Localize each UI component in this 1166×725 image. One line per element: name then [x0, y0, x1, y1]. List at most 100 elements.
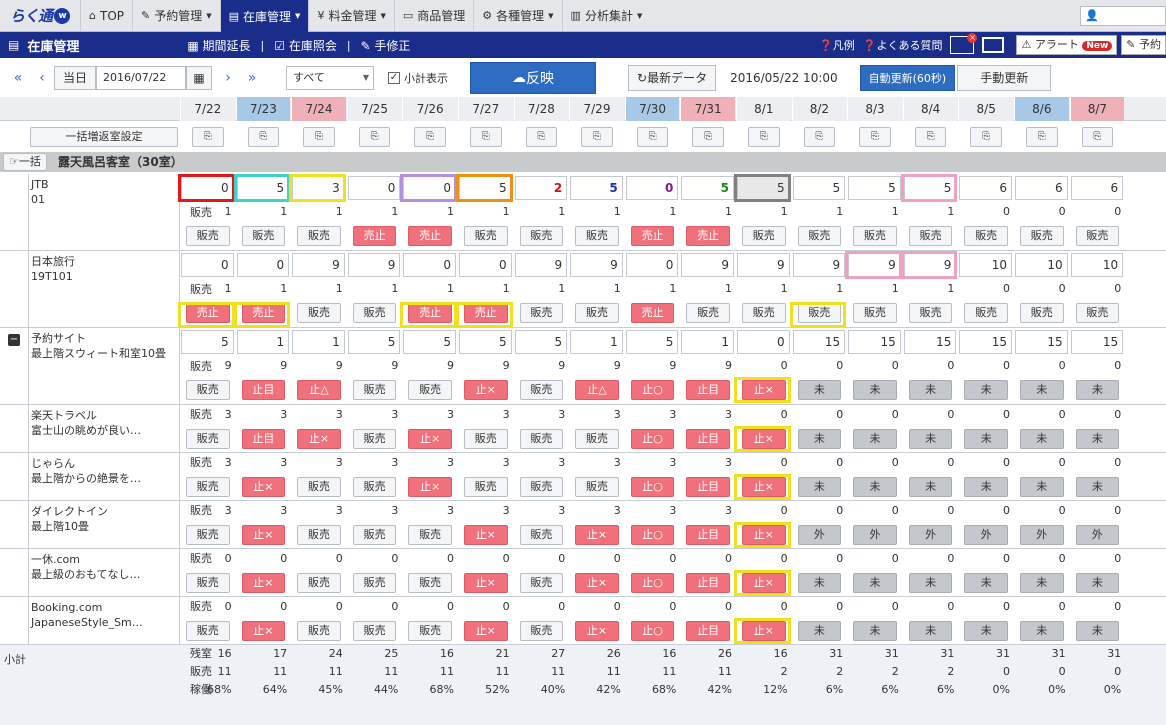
date-input[interactable]: 2016/07/22 [96, 65, 186, 90]
remain-input[interactable]: 5 [570, 176, 623, 200]
status-button[interactable]: 外 [797, 525, 842, 545]
status-button[interactable]: 止目 [686, 380, 730, 400]
status-button[interactable]: 止目 [686, 621, 730, 641]
status-button[interactable]: 止目 [686, 525, 730, 545]
today-button[interactable]: 当日 [54, 65, 96, 90]
status-button[interactable]: 販売 [742, 303, 786, 323]
status-button[interactable]: 販売 [853, 303, 897, 323]
status-button[interactable]: 未 [1075, 621, 1120, 641]
calendar-button[interactable]: ▦ [186, 65, 212, 90]
status-button[interactable]: 販売 [908, 303, 953, 323]
copy-button[interactable]: ⎘ [692, 127, 724, 147]
status-button[interactable]: 止○ [630, 621, 675, 641]
faq-link[interactable]: ❓よくある質問 [863, 37, 943, 53]
status-button[interactable]: 販売 [575, 303, 619, 323]
status-button[interactable]: 未 [964, 380, 1008, 400]
remain-input[interactable]: 15 [792, 330, 846, 354]
remain-input[interactable]: 10 [1070, 253, 1124, 277]
subtotal-toggle[interactable]: ✓ 小計表示 [388, 70, 448, 86]
status-button[interactable]: 止× [297, 429, 341, 449]
status-button[interactable]: 止目 [241, 429, 286, 449]
status-button[interactable]: 販売 [964, 226, 1008, 246]
status-button[interactable]: 販売 [186, 621, 230, 641]
status-button[interactable]: 未 [797, 477, 842, 497]
status-button[interactable]: 止× [241, 621, 286, 641]
status-button[interactable]: 未 [908, 380, 953, 400]
status-button[interactable]: 止○ [630, 573, 675, 593]
status-button[interactable]: 販売 [519, 573, 564, 593]
remain-input[interactable]: 5 [347, 330, 401, 354]
status-button[interactable]: 売止 [686, 226, 730, 246]
status-button[interactable]: 販売 [186, 525, 230, 545]
status-button[interactable]: 販売 [575, 477, 619, 497]
remain-input[interactable]: 15 [1015, 330, 1068, 354]
remain-input[interactable]: 9 [681, 253, 734, 277]
status-button[interactable]: 販売 [297, 573, 341, 593]
remain-input[interactable]: 9 [292, 253, 345, 277]
status-button[interactable]: 止× [464, 380, 508, 400]
remain-input[interactable]: 0 [625, 253, 679, 277]
status-button[interactable]: 販売 [797, 226, 842, 246]
nav-tab-3[interactable]: ¥ 料金管理 ▼ [308, 0, 393, 31]
status-button[interactable]: 販売 [519, 429, 564, 449]
status-button[interactable]: 未 [908, 429, 953, 449]
status-button[interactable]: 未 [964, 477, 1008, 497]
status-button[interactable]: 止× [464, 573, 508, 593]
status-button[interactable]: 販売 [1020, 226, 1064, 246]
status-button[interactable]: 止× [241, 525, 286, 545]
status-button[interactable]: 止× [575, 573, 619, 593]
remain-input[interactable]: 0 [737, 330, 790, 354]
remain-input[interactable]: 15 [848, 330, 901, 354]
remain-input[interactable]: 1 [292, 330, 345, 354]
status-button[interactable]: 止× [464, 621, 508, 641]
status-button[interactable]: 未 [908, 573, 953, 593]
status-button[interactable]: 未 [853, 573, 897, 593]
remain-input[interactable]: 6 [1015, 176, 1068, 200]
remain-input[interactable]: 15 [959, 330, 1012, 354]
status-button[interactable]: 販売 [1020, 303, 1064, 323]
remain-input[interactable]: 9 [737, 253, 790, 277]
status-button[interactable]: 販売 [186, 573, 230, 593]
status-button[interactable]: 止目 [241, 380, 286, 400]
remain-input[interactable]: 15 [1070, 330, 1124, 354]
status-button[interactable]: 販売 [464, 477, 508, 497]
nav-tab-5[interactable]: ⚙ 各種管理 ▼ [473, 0, 561, 31]
status-button[interactable]: 販売 [408, 380, 452, 400]
copy-button[interactable]: ⎘ [1081, 127, 1114, 147]
manual-edit-link[interactable]: ✎ 手修正 [361, 37, 411, 54]
next-fast-icon[interactable]: » [240, 70, 264, 86]
status-button[interactable]: 売止 [352, 226, 397, 246]
status-button[interactable]: 販売 [352, 477, 397, 497]
status-button[interactable]: 販売 [519, 226, 564, 246]
status-button[interactable]: 販売 [297, 621, 341, 641]
remain-input[interactable]: 0 [347, 176, 401, 200]
status-button[interactable]: 止△ [297, 380, 341, 400]
copy-button[interactable]: ⎘ [470, 127, 502, 147]
status-button[interactable]: 販売 [352, 525, 397, 545]
status-button[interactable]: 販売 [297, 477, 341, 497]
status-button[interactable]: 止△ [575, 380, 619, 400]
latest-data-button[interactable]: ↻ 最新データ [628, 64, 717, 91]
status-button[interactable]: 販売 [186, 429, 230, 449]
status-button[interactable]: 外 [908, 525, 953, 545]
status-button[interactable]: 外 [964, 525, 1008, 545]
nav-tab-6[interactable]: ▥ 分析集計 ▼ [561, 0, 651, 31]
status-button[interactable]: 未 [853, 429, 897, 449]
printer-icon[interactable] [982, 37, 1005, 53]
status-button[interactable]: 未 [964, 621, 1008, 641]
status-button[interactable]: 未 [1075, 573, 1120, 593]
status-button[interactable]: 販売 [186, 477, 230, 497]
status-button[interactable]: 売止 [408, 226, 452, 246]
status-button[interactable]: 販売 [519, 525, 564, 545]
status-button[interactable]: 未 [797, 573, 842, 593]
status-button[interactable]: 販売 [408, 621, 452, 641]
status-button[interactable]: 未 [964, 573, 1008, 593]
status-button[interactable]: 未 [1020, 573, 1064, 593]
status-button[interactable]: 販売 [352, 621, 397, 641]
status-button[interactable]: 販売 [519, 621, 564, 641]
manual-refresh-button[interactable]: 手動更新 [957, 64, 1052, 91]
status-button[interactable]: 未 [1075, 477, 1120, 497]
status-button[interactable]: 販売 [464, 226, 508, 246]
user-menu[interactable]: 👤 [1080, 6, 1166, 26]
status-button[interactable]: 止○ [630, 477, 675, 497]
